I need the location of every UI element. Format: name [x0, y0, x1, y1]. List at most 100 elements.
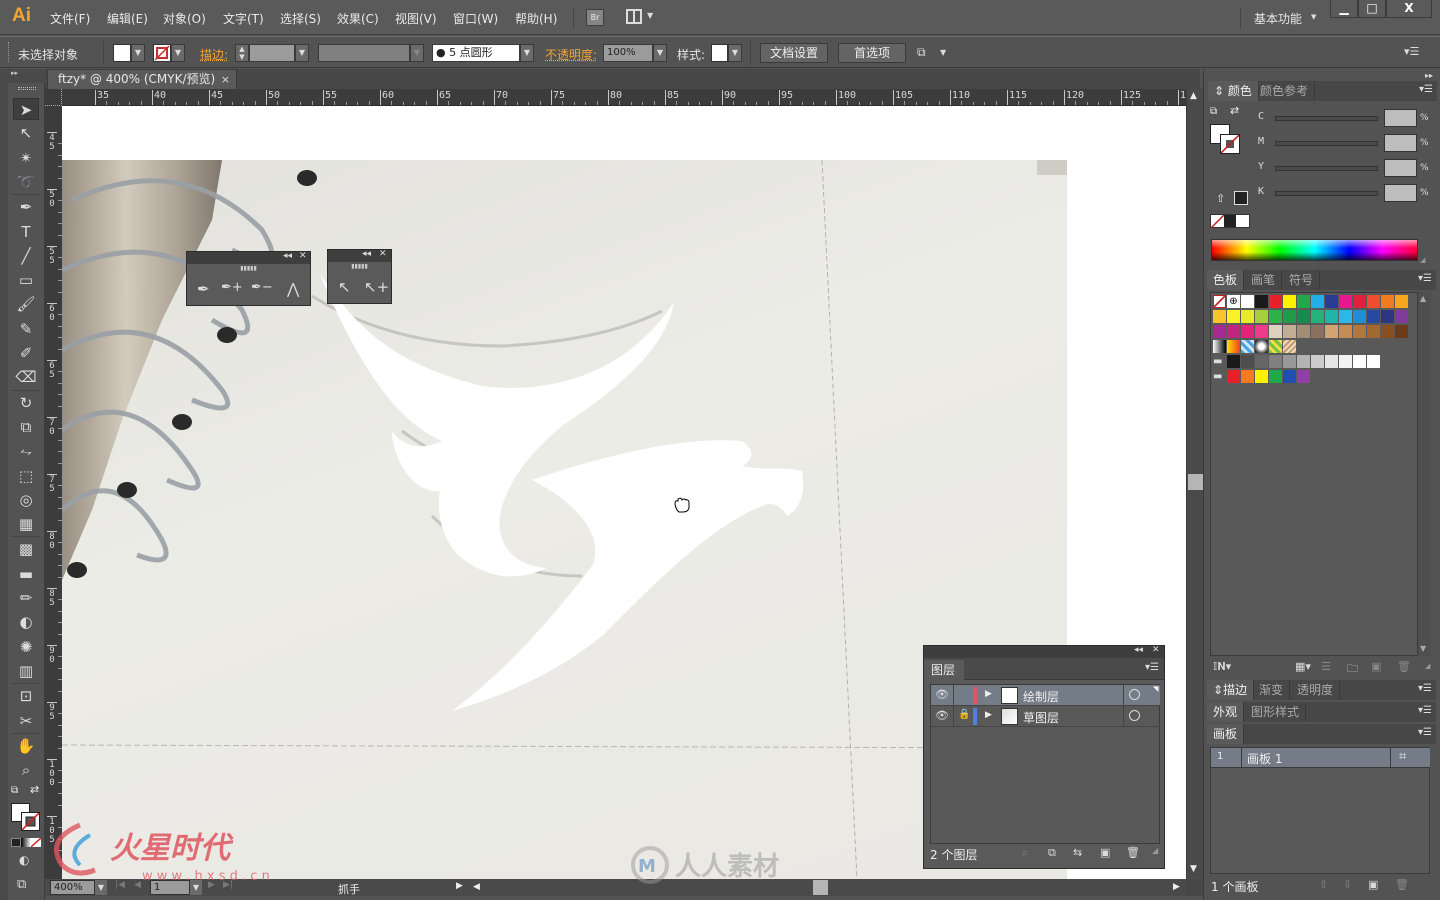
white-swatch[interactable]: [1236, 215, 1250, 227]
tab-symbols[interactable]: 符号: [1283, 270, 1321, 290]
tab-artboards[interactable]: 画板: [1207, 724, 1245, 744]
tab-gradient[interactable]: 渐变: [1253, 680, 1291, 700]
make-clipping-mask-icon[interactable]: ⧉: [1048, 846, 1056, 860]
color-swatch[interactable]: [1381, 325, 1394, 338]
column-graph-tool[interactable]: ▥: [13, 660, 39, 682]
color-swatch[interactable]: [1241, 370, 1254, 383]
pattern-swatch[interactable]: [1213, 340, 1226, 353]
color-swatch[interactable]: [1339, 325, 1352, 338]
visibility-eye-icon[interactable]: 👁: [934, 688, 950, 701]
new-color-group-icon[interactable]: 🗀: [1347, 660, 1358, 679]
convert-anchor-point-icon[interactable]: ⋀: [287, 280, 299, 298]
style-dropdown[interactable]: ▼: [728, 44, 742, 62]
pen-tools-tearoff-panel[interactable]: ◂◂ ✕ ▮▮▮▮▮ ✒ ✒+ ✒− ⋀: [186, 251, 311, 306]
scroll-up-arrow[interactable]: ▲: [1420, 294, 1426, 303]
color-spectrum-bar[interactable]: [1211, 239, 1418, 261]
color-swatch[interactable]: [1283, 355, 1296, 368]
perspective-grid-tool[interactable]: ▦: [13, 513, 39, 535]
graphic-style-swatch[interactable]: [711, 44, 728, 62]
color-swatch[interactable]: [1353, 310, 1366, 323]
stroke-weight-stepper[interactable]: ▲ ▼: [235, 44, 249, 62]
vertical-scrollbar[interactable]: ▲ ▼: [1186, 89, 1203, 879]
black-slider[interactable]: [1275, 191, 1378, 196]
color-swatch[interactable]: [1255, 295, 1268, 308]
color-swatch[interactable]: [1213, 325, 1226, 338]
color-swatch[interactable]: [1395, 295, 1408, 308]
panel-grip[interactable]: ▮▮▮▮▮: [187, 264, 310, 274]
last-artboard-icon[interactable]: ▶|: [223, 880, 233, 890]
opacity-dropdown[interactable]: ▼: [653, 44, 667, 62]
blob-brush-tool[interactable]: ✐: [13, 342, 39, 364]
color-swatch[interactable]: [1297, 370, 1310, 383]
magic-wand-tool[interactable]: ✴: [13, 147, 39, 169]
color-swatch[interactable]: [1227, 325, 1240, 338]
tab-transparency[interactable]: 透明度: [1291, 680, 1341, 700]
hand-tool[interactable]: ✋: [13, 735, 39, 757]
color-swatch[interactable]: [1311, 310, 1324, 323]
arrange-icon[interactable]: ⧉: [917, 45, 926, 60]
menu-view[interactable]: 视图(V): [395, 10, 437, 27]
zoom-dropdown[interactable]: ▼: [95, 880, 107, 895]
collapse-icon[interactable]: ◂◂: [362, 249, 371, 259]
layer-row[interactable]: 👁 ▶ 绘制层 ◥: [931, 685, 1160, 706]
color-swatch[interactable]: [1353, 355, 1366, 368]
pattern-swatch[interactable]: [1255, 340, 1268, 353]
color-swatch[interactable]: [1311, 295, 1324, 308]
color-swatch[interactable]: [1395, 325, 1408, 338]
pattern-swatch[interactable]: [1241, 340, 1254, 353]
delete-layer-icon[interactable]: 🗑: [1126, 846, 1140, 859]
collapse-dock-icon[interactable]: ▸▸: [1425, 71, 1433, 80]
minimize-button[interactable]: ▁: [1330, 0, 1358, 18]
bridge-button[interactable]: Br: [586, 9, 604, 26]
panel-grip[interactable]: ▮▮▮▮▮: [328, 262, 391, 272]
color-swatch[interactable]: [1311, 325, 1324, 338]
color-swatch[interactable]: [1241, 295, 1254, 308]
close-icon[interactable]: ✕: [1152, 645, 1160, 655]
fill-dropdown[interactable]: ▼: [131, 44, 145, 62]
target-circle-icon[interactable]: [1129, 710, 1140, 721]
color-swatch[interactable]: [1255, 325, 1268, 338]
show-swatch-kinds-icon[interactable]: ▦▾: [1295, 660, 1311, 673]
color-swatch[interactable]: [1395, 310, 1408, 323]
tab-brushes[interactable]: 画笔: [1245, 270, 1283, 290]
brush-definition[interactable]: ● 5 点圆形: [432, 44, 520, 62]
color-swatch[interactable]: [1325, 295, 1338, 308]
close-button[interactable]: X: [1386, 0, 1432, 18]
pattern-swatch[interactable]: [1283, 340, 1296, 353]
scroll-left-arrow[interactable]: ◀: [473, 882, 480, 892]
none-swatch[interactable]: [1211, 215, 1224, 228]
status-menu-arrow[interactable]: ▶: [456, 881, 463, 891]
swatches-scrollbar[interactable]: ▲ ▼: [1418, 292, 1431, 656]
black-swatch[interactable]: [1223, 215, 1237, 227]
menu-edit[interactable]: 编辑(E): [107, 10, 148, 27]
document-tab[interactable]: ftzy* @ 400% (CMYK/预览) ×: [47, 69, 237, 89]
stroke-swatch[interactable]: [153, 44, 171, 62]
registration-swatch[interactable]: ⊕: [1227, 295, 1240, 308]
scroll-down-arrow[interactable]: ▼: [1190, 864, 1197, 874]
color-swatch[interactable]: [1213, 310, 1226, 323]
default-colors-icon[interactable]: ⧉: [11, 785, 18, 796]
lasso-tool[interactable]: ➰: [13, 171, 39, 193]
zoom-tool[interactable]: ⌕: [13, 759, 39, 781]
panel-menu-icon[interactable]: ▾☰: [1418, 727, 1432, 738]
grip-handle[interactable]: [8, 42, 11, 62]
line-tool[interactable]: ╱: [13, 245, 39, 267]
toolbar-grip[interactable]: [18, 87, 36, 90]
previous-artboard-icon[interactable]: ◀: [134, 880, 141, 890]
gradient-mode-icon[interactable]: [21, 838, 31, 847]
color-swatch[interactable]: [1255, 355, 1268, 368]
stroke-label[interactable]: 描边:: [200, 46, 228, 63]
vertical-scroll-thumb[interactable]: [1188, 474, 1203, 490]
chevron-down-icon[interactable]: ▼: [940, 48, 946, 57]
last-color-swatch[interactable]: [1234, 191, 1248, 205]
tab-graphic-styles[interactable]: 图形样式: [1245, 702, 1307, 722]
close-icon[interactable]: ✕: [299, 251, 307, 261]
mesh-tool[interactable]: ▩: [13, 538, 39, 560]
menu-select[interactable]: 选择(S): [280, 10, 321, 27]
color-swatch[interactable]: [1311, 355, 1324, 368]
close-icon[interactable]: ✕: [379, 249, 387, 259]
color-swatch[interactable]: [1269, 355, 1282, 368]
yellow-slider[interactable]: [1275, 166, 1378, 171]
yellow-input[interactable]: [1384, 159, 1417, 177]
workspace-switcher[interactable]: 基本功能: [1254, 10, 1302, 27]
